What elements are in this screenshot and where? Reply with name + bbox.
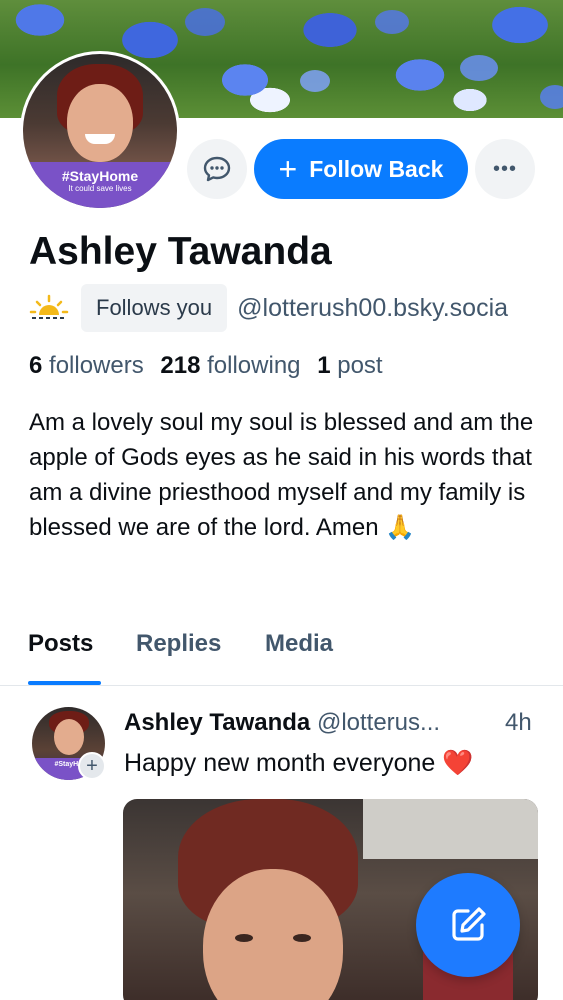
profile-bio: Am a lovely soul my soul is blessed and … bbox=[29, 409, 534, 541]
follow-author-plus-icon[interactable]: + bbox=[78, 752, 106, 780]
following-link[interactable]: 218 following bbox=[160, 352, 300, 379]
followers-count: 6 bbox=[29, 352, 43, 379]
profile-handle[interactable]: @lotterush00.bsky.socia bbox=[237, 294, 508, 323]
compose-icon bbox=[452, 907, 486, 941]
tab-posts[interactable]: Posts bbox=[28, 630, 93, 658]
avatar-badge-title: #StayHome bbox=[61, 168, 139, 184]
following-count: 218 bbox=[160, 352, 201, 379]
sunrise-icon bbox=[29, 294, 69, 319]
posts-count-item: 1 post bbox=[317, 352, 382, 379]
more-horizontal-icon: ••• bbox=[492, 157, 517, 180]
follow-back-label: Follow Back bbox=[309, 155, 444, 182]
tab-media[interactable]: Media bbox=[265, 630, 333, 658]
heart-emoji: ❤️ bbox=[442, 749, 474, 777]
posts-label: post bbox=[337, 352, 383, 379]
followers-link[interactable]: 6 followers bbox=[29, 352, 144, 379]
posts-count: 1 bbox=[317, 352, 331, 379]
profile-handle-row: Follows you @lotterush00.bsky.socia bbox=[29, 284, 508, 332]
post-text: Happy new month everyone ❤️ bbox=[124, 749, 473, 778]
post-header: Ashley Tawanda @lotterus... bbox=[124, 709, 544, 737]
profile-stats: 6 followers 218 following 1 post bbox=[29, 352, 383, 380]
more-options-button[interactable]: ••• bbox=[475, 139, 535, 199]
post-timestamp[interactable]: 4h bbox=[505, 709, 532, 737]
following-label: following bbox=[207, 352, 301, 379]
compose-button[interactable] bbox=[416, 873, 520, 977]
post-body: Happy new month everyone bbox=[124, 749, 436, 777]
plus-icon: + bbox=[278, 151, 298, 187]
follow-back-button[interactable]: + Follow Back bbox=[254, 139, 468, 199]
avatar-stayhome-ribbon: #StayHome It could save lives bbox=[23, 162, 177, 208]
message-button[interactable] bbox=[187, 139, 247, 199]
followers-label: followers bbox=[49, 352, 144, 379]
profile-tabs: Posts Replies Media bbox=[0, 612, 563, 686]
avatar-badge-subtitle: It could save lives bbox=[68, 184, 132, 193]
profile-display-name: Ashley Tawanda bbox=[29, 230, 332, 273]
tab-replies[interactable]: Replies bbox=[136, 630, 221, 658]
post-author-handle[interactable]: @lotterus... bbox=[317, 709, 440, 736]
avatar-image: #StayHome It could save lives bbox=[23, 54, 177, 208]
active-tab-indicator bbox=[28, 681, 101, 685]
chat-bubble-icon bbox=[203, 156, 231, 182]
follows-you-badge: Follows you bbox=[81, 284, 228, 332]
profile-avatar[interactable]: #StayHome It could save lives bbox=[20, 51, 180, 211]
post-author-name[interactable]: Ashley Tawanda bbox=[124, 709, 310, 736]
